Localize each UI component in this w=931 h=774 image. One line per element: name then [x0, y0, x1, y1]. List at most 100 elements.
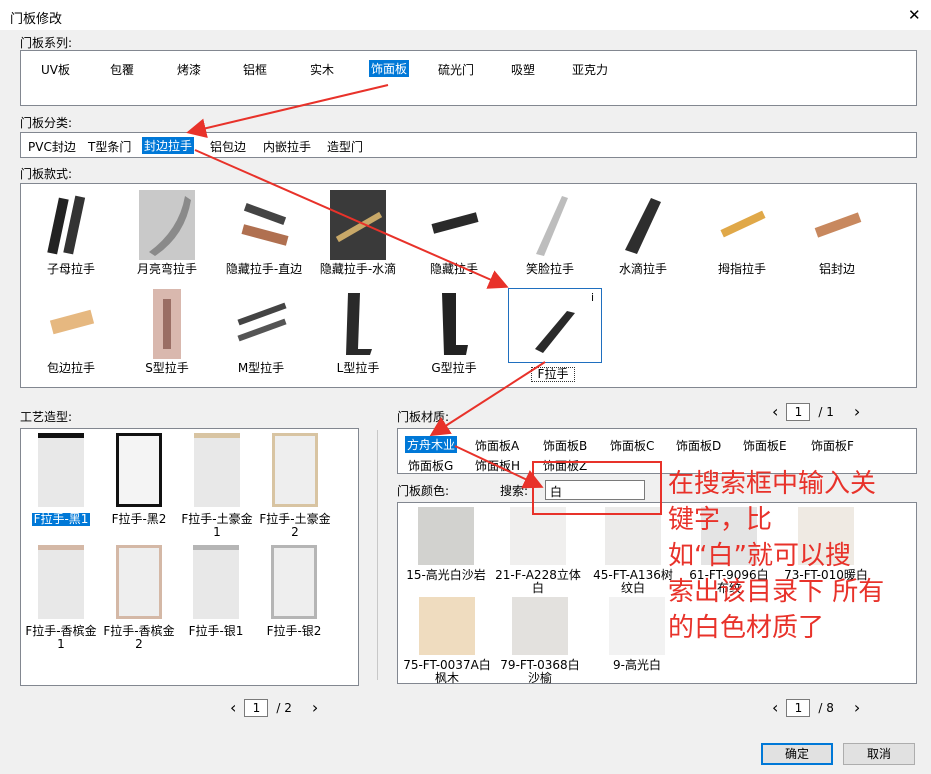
annotation-line: 的白色材质了 [668, 613, 825, 643]
craft-label-text: F拉手-香槟金1 [25, 624, 97, 651]
style-tile[interactable]: 隐藏拉手-直边 [219, 190, 309, 276]
page-input[interactable]: 1 [244, 698, 269, 717]
style-tile[interactable]: M型拉手 [219, 289, 303, 375]
style-label: M型拉手 [237, 361, 285, 375]
material-item[interactable]: 饰面板B [543, 437, 587, 454]
category-panel: PVC封边 T型条门 封边拉手 铝包边 内嵌拉手 造型门 [20, 132, 917, 158]
prev-page-icon[interactable]: ‹ [772, 698, 778, 717]
series-item-xisu[interactable]: 吸塑 [511, 61, 535, 78]
style-tile[interactable]: 月亮弯拉手 [125, 190, 209, 276]
door-thumbnail [116, 545, 162, 619]
series-item-yakeli[interactable]: 亚克力 [572, 61, 608, 78]
series-item-kaoqi[interactable]: 烤漆 [177, 61, 201, 78]
style-tile[interactable]: 包边拉手 [31, 289, 111, 375]
style-tile-selected[interactable]: i [508, 288, 602, 363]
craft-tile[interactable]: F拉手-土豪金1 [179, 433, 255, 539]
craft-label-text: F拉手-土豪金1 [181, 512, 253, 539]
series-item-baofu[interactable]: 包覆 [110, 61, 134, 78]
info-icon[interactable]: i [591, 291, 594, 304]
color-tile[interactable]: 79-FT-0368白沙榆 [496, 597, 584, 685]
craft-tile[interactable]: F拉手-银1 [181, 545, 251, 638]
material-swatch [609, 597, 665, 655]
material-item[interactable]: 饰面板D [676, 437, 721, 454]
style-label: 隐藏拉手-水滴 [319, 262, 397, 276]
color-label-text: 21-F-A228立体白 [495, 568, 581, 595]
category-item-alu-edge[interactable]: 铝包边 [210, 138, 246, 155]
material-item[interactable]: 饰面板H [475, 457, 520, 474]
style-tile[interactable]: 隐藏拉手-水滴 [316, 190, 400, 276]
material-item[interactable]: 饰面板A [475, 437, 519, 454]
style-tile[interactable]: 铝封边 [797, 190, 877, 276]
style-label: 月亮弯拉手 [136, 262, 197, 276]
styles-label: 门板款式: [20, 167, 73, 181]
series-item-uv[interactable]: UV板 [41, 61, 70, 78]
series-item-lvkuang[interactable]: 铝框 [243, 61, 267, 78]
style-label: 包边拉手 [46, 361, 95, 375]
style-tile-selected-label: F拉手 [531, 367, 575, 382]
handle-thumbnail [237, 302, 287, 342]
style-tile[interactable]: 子母拉手 [31, 190, 111, 276]
handle-thumbnail [625, 198, 661, 254]
handle-thumbnail [814, 212, 862, 238]
cancel-button[interactable]: 取消 [843, 743, 915, 765]
color-tile[interactable]: 21-F-A228立体白 [492, 507, 584, 595]
style-tile[interactable]: 拇指拉手 [702, 190, 782, 276]
material-label: 门板材质: [397, 410, 450, 424]
material-item[interactable]: 方舟木业 [405, 436, 458, 453]
color-tile[interactable]: 45-FT-A136树纹白 [590, 507, 676, 595]
style-label: 铝封边 [818, 262, 855, 276]
styles-panel: 子母拉手 月亮弯拉手 隐藏拉手-直边 隐藏拉手-水滴 隐藏拉手 笑脸拉手 水滴拉… [20, 183, 917, 388]
next-page-icon[interactable]: › [854, 698, 860, 717]
page-total: / 8 [818, 700, 834, 715]
page-input[interactable]: 1 [786, 698, 811, 717]
style-tile[interactable]: G型拉手 [419, 289, 489, 375]
series-item-shimianban[interactable]: 饰面板 [369, 60, 410, 77]
handle-thumbnail [535, 311, 575, 353]
style-label: 隐藏拉手 [429, 262, 478, 276]
material-item[interactable]: 饰面板C [610, 437, 654, 454]
style-tile[interactable]: 笑脸拉手 [508, 190, 592, 276]
series-panel: UV板 包覆 烤漆 铝框 实木 饰面板 硫光门 吸塑 亚克力 [20, 50, 917, 106]
material-item[interactable]: 饰面板G [408, 457, 453, 474]
next-page-icon[interactable]: › [312, 698, 318, 717]
craft-tile[interactable]: F拉手-黑2 [107, 433, 171, 526]
craft-tile[interactable]: F拉手-黑1 [29, 433, 93, 526]
material-item[interactable]: 饰面板F [811, 437, 854, 454]
search-input[interactable]: 白 [545, 480, 645, 500]
style-tile[interactable]: S型拉手 [125, 289, 209, 375]
color-label-text: 9-高光白 [613, 658, 661, 672]
category-item-shaped-door[interactable]: 造型门 [327, 138, 363, 155]
craft-tile[interactable]: F拉手-银2 [259, 545, 329, 638]
craft-label-text: F拉手-土豪金2 [259, 512, 331, 539]
material-swatch [418, 507, 474, 565]
style-tile[interactable]: 水滴拉手 [601, 190, 685, 276]
category-item-tbar[interactable]: T型条门 [88, 138, 131, 155]
material-item[interactable]: 饰面板E [743, 437, 787, 454]
category-item-edge-handle[interactable]: 封边拉手 [142, 137, 195, 154]
title-bar: 门板修改 ✕ [0, 0, 931, 30]
style-tile[interactable]: L型拉手 [316, 289, 400, 375]
craft-tile[interactable]: F拉手-香槟金1 [23, 545, 99, 651]
category-item-inset-handle[interactable]: 内嵌拉手 [263, 138, 311, 155]
page-input[interactable]: 1 [786, 402, 811, 421]
series-item-liuguang[interactable]: 硫光门 [438, 61, 474, 78]
style-tile[interactable]: 隐藏拉手 [419, 190, 489, 276]
next-page-icon[interactable]: › [854, 402, 860, 421]
color-pager: ‹ 1 / 8 › [772, 698, 860, 717]
color-tile[interactable]: 15-高光白沙岩 [404, 507, 488, 582]
close-icon[interactable]: ✕ [908, 6, 921, 24]
prev-page-icon[interactable]: ‹ [230, 698, 236, 717]
category-item-pvc[interactable]: PVC封边 [28, 138, 76, 155]
style-label: 笑脸拉手 [525, 262, 574, 276]
craft-tile[interactable]: F拉手-土豪金2 [257, 433, 333, 539]
material-item[interactable]: 饰面板Z [543, 457, 587, 474]
series-item-shimu[interactable]: 实木 [310, 61, 334, 78]
handle-thumbnail [720, 210, 766, 238]
handle-thumbnail [346, 293, 372, 355]
ok-button[interactable]: 确定 [761, 743, 833, 765]
craft-pager: ‹ 1 / 2 › [230, 698, 318, 717]
craft-tile[interactable]: F拉手-香槟金2 [101, 545, 177, 651]
prev-page-icon[interactable]: ‹ [772, 402, 778, 421]
category-label: 门板分类: [20, 116, 73, 130]
color-tile[interactable]: 75-FT-0037A白枫木 [400, 597, 494, 685]
